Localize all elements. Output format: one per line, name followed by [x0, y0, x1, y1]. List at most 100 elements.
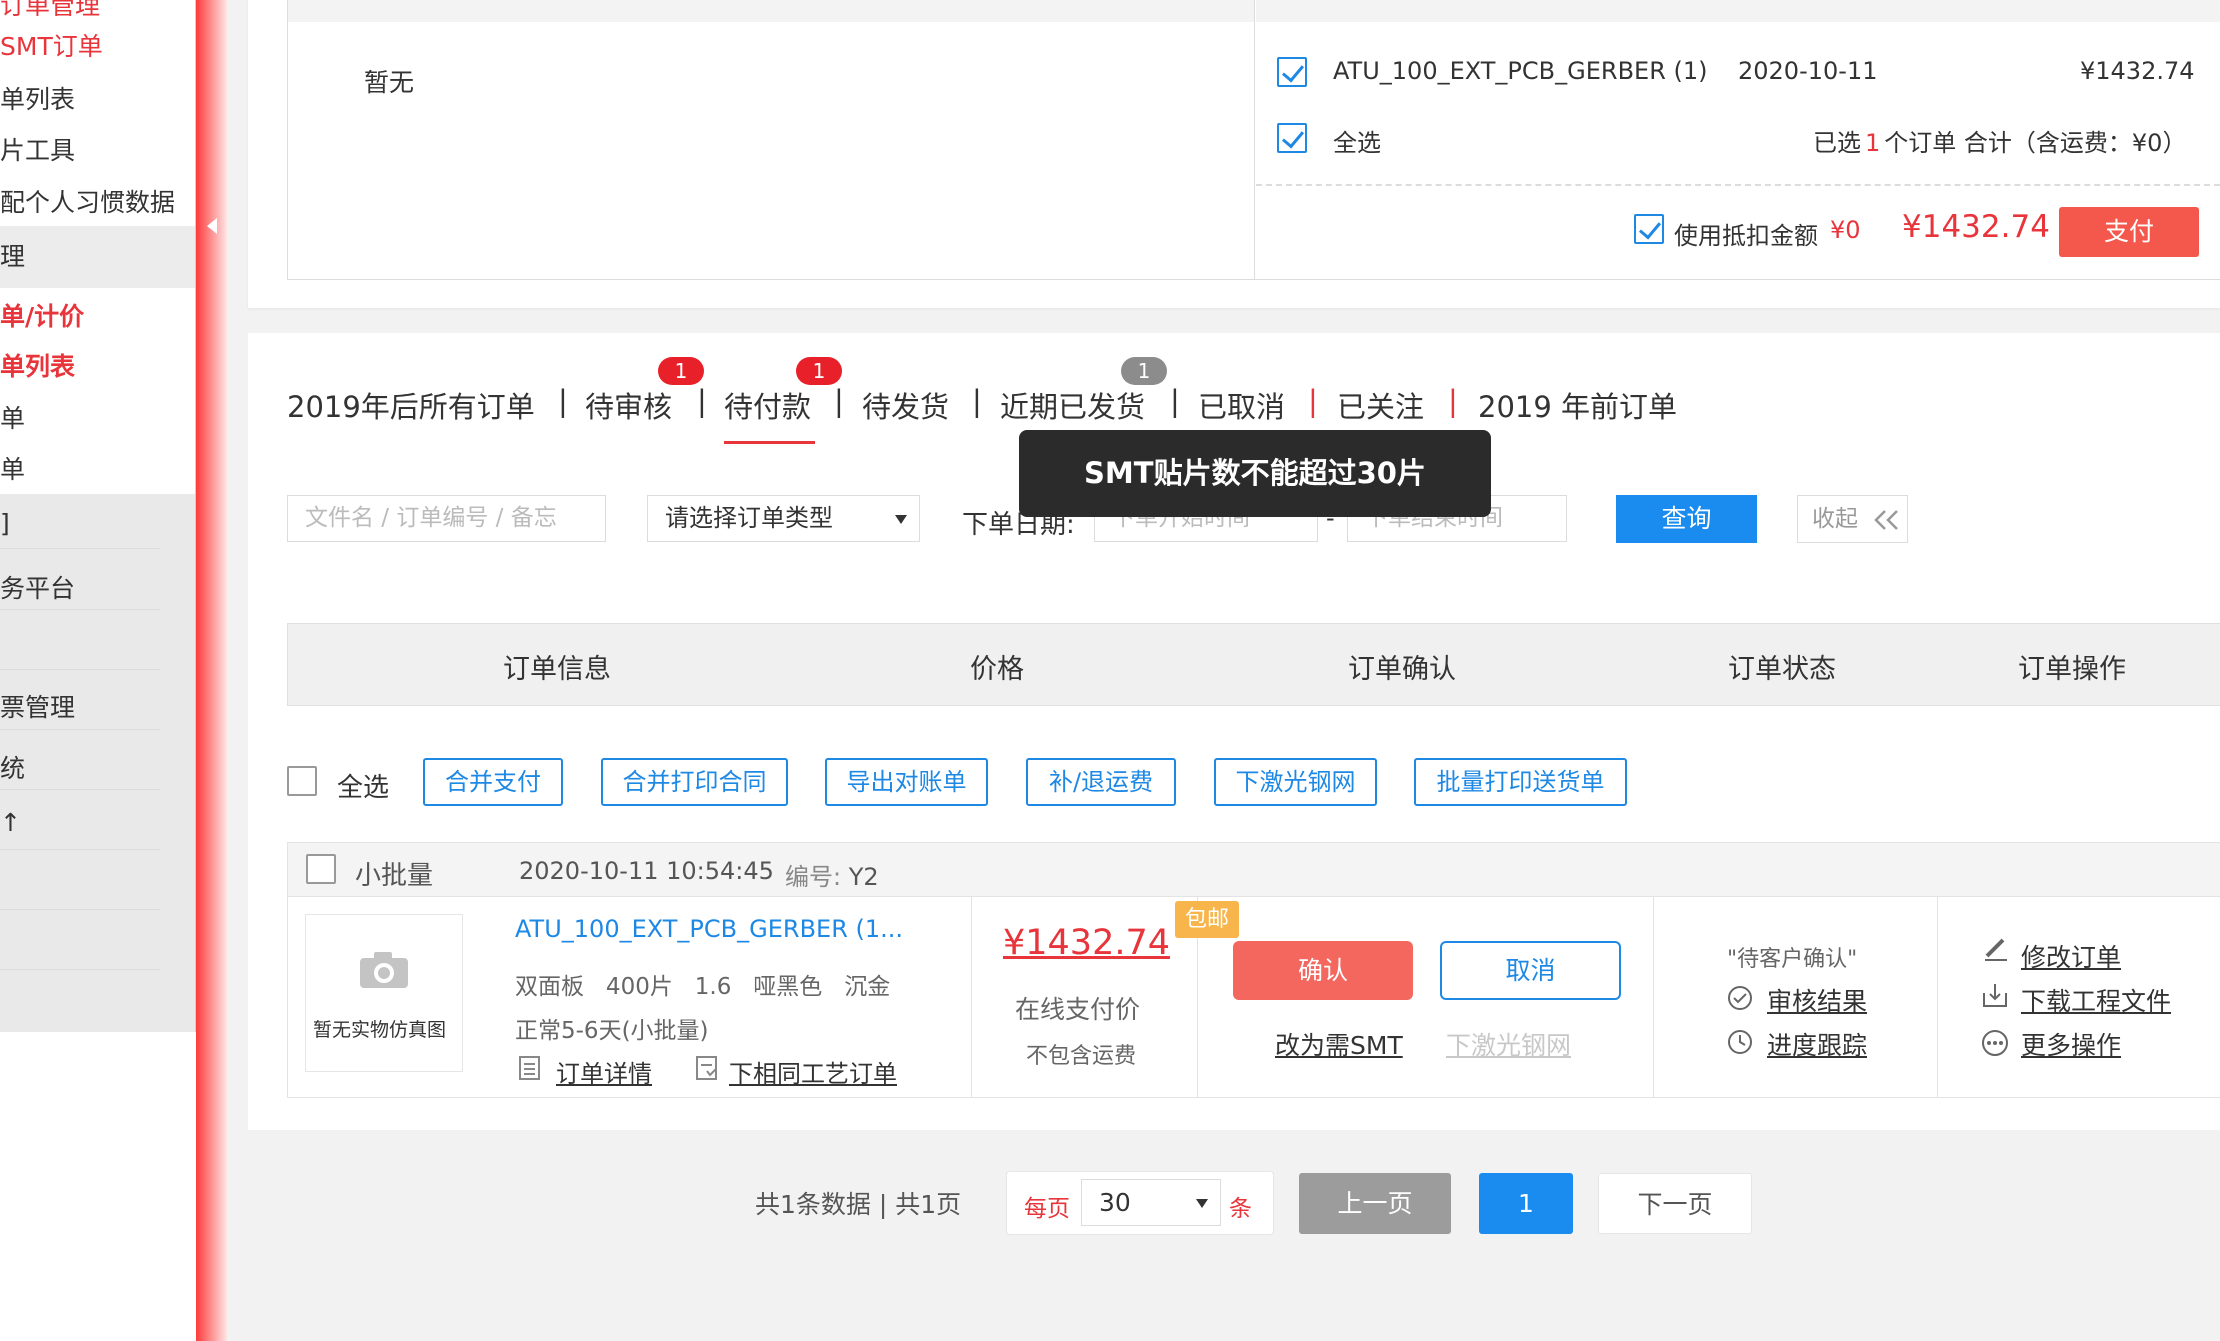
selected-item-name: ATU_100_EXT_PCB_GERBER (1): [1333, 57, 1708, 85]
next-page-button[interactable]: 下一页: [1598, 1173, 1752, 1234]
tab-badge: 1: [1121, 357, 1167, 385]
sidebar-collapse-bar[interactable]: [196, 0, 227, 1341]
order-detail-link[interactable]: 订单详情: [556, 1054, 652, 1089]
sidebar-item-label: 单: [0, 455, 26, 484]
per-page-unit: 条: [1229, 1196, 1252, 1222]
divider: [0, 729, 160, 730]
selection-summary: 已选 1 个订单 合计（含运费：¥0）: [1813, 123, 2186, 158]
sidebar-item[interactable]: ↑: [0, 808, 196, 837]
sidebar-item-label: 订单管理: [0, 0, 101, 16]
more-actions-link[interactable]: 更多操作: [2021, 1026, 2121, 1062]
order-type: 小批量: [355, 861, 434, 891]
prev-page-button[interactable]: 上一页: [1299, 1173, 1451, 1234]
tab-cancelled[interactable]: 已取消: [1198, 384, 1285, 426]
sidebar-item-quote[interactable]: 单/计价: [0, 297, 196, 333]
tab-followed[interactable]: 已关注: [1337, 384, 1424, 426]
chevron-down-icon: [895, 515, 907, 524]
column-header: 价格: [970, 654, 1024, 685]
same-process-order-link[interactable]: 下相同工艺订单: [729, 1054, 897, 1089]
select-all-checkbox[interactable]: [1277, 123, 1307, 153]
bulk-select-all-checkbox[interactable]: [287, 766, 317, 796]
select-all-label: 全选: [1333, 129, 1381, 157]
tab-separator: |: [558, 384, 568, 418]
confirm-button[interactable]: 确认: [1233, 941, 1413, 1000]
sidebar: 订单管理 SMT订单 单列表 片工具 配个人习惯数据 理 单/计价 单列表 单 …: [0, 0, 196, 1341]
edit-icon: [1985, 938, 2007, 961]
order-number-label: 编号:: [785, 863, 842, 891]
sidebar-item[interactable]: 单列表: [0, 80, 196, 116]
summary-count: 1: [1865, 129, 1881, 157]
item-checkbox[interactable]: [1277, 57, 1307, 87]
order-price: ¥1432.74: [1003, 923, 1171, 963]
sidebar-item-label: 片工具: [0, 136, 76, 165]
order-status: "待客户确认": [1727, 947, 1858, 972]
tab-pending-payment[interactable]: 待付款: [724, 384, 811, 426]
check-circle-icon: [1728, 986, 1752, 1010]
divider: [0, 609, 160, 610]
laser-stencil-link[interactable]: 下激光钢网: [1446, 1026, 1571, 1062]
sidebar-item[interactable]: 配个人习惯数据: [0, 183, 196, 219]
sidebar-item-smt-orders[interactable]: SMT订单: [0, 27, 196, 63]
tab-badge: 1: [796, 357, 842, 385]
deduct-amount: ¥0: [1830, 216, 1861, 244]
modify-order-link[interactable]: 修改订单: [2021, 938, 2121, 974]
bulk-select-all-label: 全选: [337, 773, 390, 803]
download-files-link[interactable]: 下载工程文件: [2021, 982, 2171, 1018]
page-number-button[interactable]: 1: [1479, 1173, 1573, 1234]
review-result-link[interactable]: 审核结果: [1767, 982, 1867, 1018]
order-file-link[interactable]: ATU_100_EXT_PCB_GERBER (1...: [515, 915, 903, 943]
laser-stencil-button[interactable]: 下激光钢网: [1214, 758, 1377, 806]
collapse-filters-button[interactable]: 收起: [1797, 495, 1908, 543]
per-page-select[interactable]: 30: [1081, 1179, 1221, 1226]
progress-tracking-link[interactable]: 进度跟踪: [1767, 1026, 1867, 1062]
selected-item-date: 2020-10-11: [1738, 57, 1878, 85]
per-page-value: 30: [1099, 1188, 1131, 1217]
pcb-preview-thumbnail: [305, 914, 463, 1072]
order-number-value: Y2: [848, 863, 879, 891]
order-datetime: 2020-10-11 10:54:45: [519, 857, 774, 885]
export-statement-button[interactable]: 导出对账单: [825, 758, 988, 806]
tab-all-after-2019[interactable]: 2019年后所有订单: [287, 384, 535, 426]
sidebar-item[interactable]: 票管理: [0, 688, 196, 724]
change-to-smt-link[interactable]: 改为需SMT: [1275, 1026, 1403, 1062]
copy-order-icon: [696, 1056, 717, 1080]
shipping-adjust-button[interactable]: 补/退运费: [1026, 758, 1176, 806]
order-specs: 双面板 400片 1.6 哑黑色 沉金: [515, 974, 891, 1000]
payment-method: 在线支付价: [1015, 995, 1141, 1024]
sidebar-item[interactable]: 单: [0, 399, 196, 435]
tab-before-2019[interactable]: 2019 年前订单: [1478, 384, 1677, 426]
pay-button[interactable]: 支付: [2059, 207, 2199, 257]
toast-message: SMT贴片数不能超过30片: [1019, 430, 1491, 517]
merge-print-contract-button[interactable]: 合并打印合同: [601, 758, 788, 806]
sidebar-item-label: 单列表: [0, 85, 76, 114]
sidebar-item-label: 单/计价: [0, 302, 85, 331]
search-input[interactable]: 文件名 / 订单编号 / 备忘: [287, 495, 606, 542]
tab-separator: |: [697, 384, 707, 418]
cancel-button[interactable]: 取消: [1440, 941, 1621, 1000]
sidebar-item[interactable]: 务平台: [0, 569, 196, 605]
merge-pay-button[interactable]: 合并支付: [423, 758, 563, 806]
sidebar-item[interactable]: 单: [0, 450, 196, 486]
deduct-checkbox[interactable]: [1634, 214, 1664, 244]
batch-print-delivery-button[interactable]: 批量打印送货单: [1414, 758, 1627, 806]
sidebar-item[interactable]: 片工具: [0, 131, 196, 167]
column-header: 订单确认: [1348, 654, 1456, 685]
sidebar-item-order-list[interactable]: 单列表: [0, 347, 196, 383]
tab-pending-shipment[interactable]: 待发货: [862, 384, 949, 426]
tab-separator: |: [1170, 384, 1180, 418]
query-button[interactable]: 查询: [1616, 495, 1757, 543]
order-checkbox[interactable]: [306, 854, 336, 884]
sidebar-item[interactable]: 统: [0, 749, 196, 785]
divider: [1256, 184, 2220, 186]
tab-pending-review[interactable]: 待审核: [585, 384, 672, 426]
sidebar-item[interactable]: ]: [0, 509, 196, 538]
order-type-select[interactable]: 请选择订单类型: [647, 495, 920, 542]
sidebar-item-label: ]: [0, 509, 10, 538]
sidebar-group-header[interactable]: 理: [0, 226, 196, 288]
clock-icon: [1728, 1030, 1752, 1054]
tab-recently-shipped[interactable]: 近期已发货: [1000, 384, 1145, 426]
active-tab-indicator: [724, 441, 815, 444]
collapse-arrow-icon[interactable]: [207, 218, 217, 234]
sidebar-item-label: 理: [0, 242, 26, 271]
sidebar-item[interactable]: 订单管理: [0, 0, 196, 16]
